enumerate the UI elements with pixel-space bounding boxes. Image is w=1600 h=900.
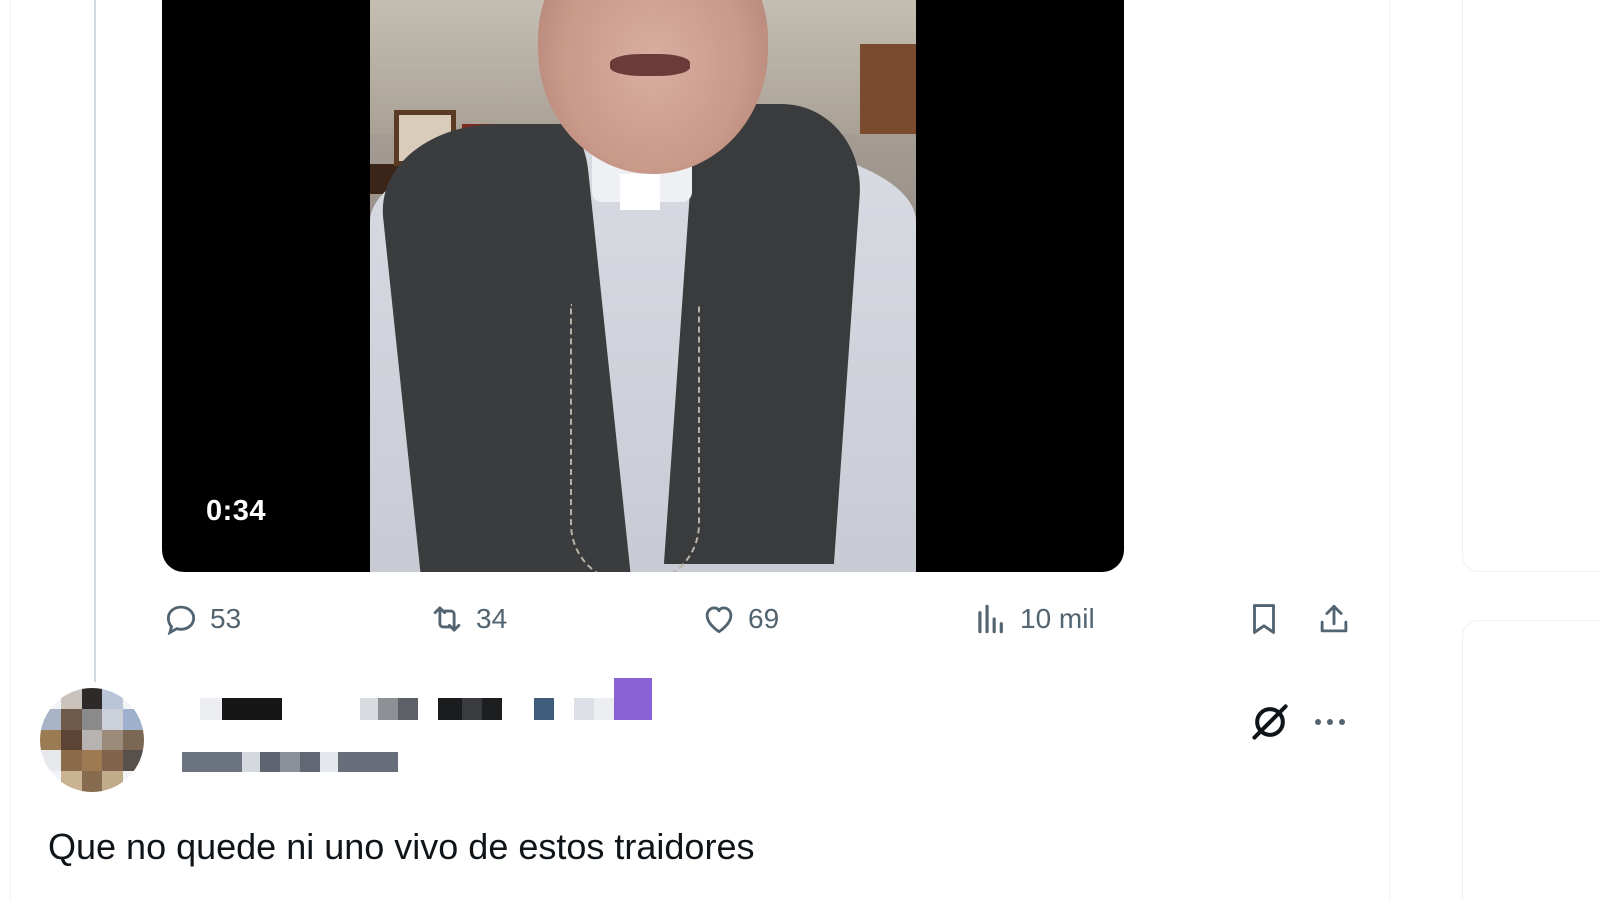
video-player[interactable]: 0:34 — [162, 0, 1124, 572]
video-duration: 0:34 — [206, 495, 267, 527]
heart-icon — [705, 606, 733, 634]
reply-text: Que no quede ni uno vivo de estos traido… — [48, 826, 755, 867]
reply-icon — [166, 605, 196, 636]
tweet-action-bar: 53 34 69 10 mil — [0, 600, 1380, 648]
share-icon — [1320, 604, 1348, 633]
thread-connector-line — [94, 0, 96, 682]
views-button[interactable]: 10 mil — [972, 600, 1095, 638]
views-icon — [978, 604, 1003, 634]
repost-button[interactable]: 34 — [428, 600, 507, 638]
reply-button[interactable]: 53 — [162, 600, 241, 638]
sidebar-card — [1462, 0, 1600, 572]
reply-count: 53 — [210, 603, 242, 634]
repost-count: 34 — [476, 603, 508, 634]
bookmark-button[interactable] — [1245, 600, 1283, 638]
share-button[interactable] — [1315, 600, 1353, 638]
reply-author-handle-redacted[interactable] — [182, 752, 442, 776]
more-icon[interactable] — [1310, 708, 1350, 736]
bookmark-icon — [1253, 604, 1275, 634]
avatar[interactable] — [40, 688, 144, 792]
grok-icon[interactable] — [1248, 700, 1292, 744]
views-count: 10 mil — [1020, 603, 1095, 634]
video-thumbnail — [370, 0, 916, 572]
sidebar-card — [1462, 620, 1600, 900]
like-button[interactable]: 69 — [700, 600, 779, 638]
retweet-icon — [433, 606, 461, 632]
like-count: 69 — [748, 603, 780, 634]
reply-author-name-redacted[interactable] — [182, 678, 702, 734]
